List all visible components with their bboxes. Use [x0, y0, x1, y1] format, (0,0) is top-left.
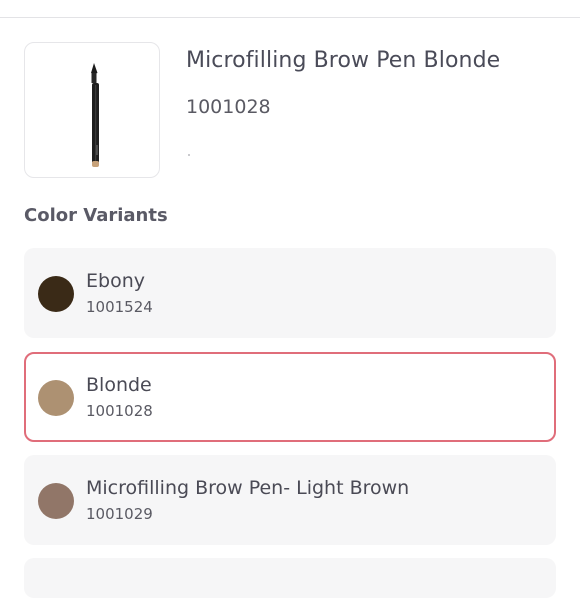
product-sku: 1001028: [186, 96, 271, 118]
variant-card-partial[interactable]: [24, 558, 556, 598]
product-header: Microfilling Brow Pen Blonde 1001028: [24, 42, 556, 180]
color-variants-heading: Color Variants: [24, 205, 168, 226]
variant-sku: 1001028: [86, 402, 153, 420]
variant-sku: 1001524: [86, 298, 153, 316]
variant-name: Microfilling Brow Pen- Light Brown: [86, 477, 410, 499]
variant-name: Blonde: [86, 374, 152, 396]
color-swatch: [38, 380, 74, 416]
brow-pen-icon: [91, 63, 99, 167]
variant-card-ebony[interactable]: Ebony 1001524: [24, 248, 556, 338]
variant-card-light-brown[interactable]: Microfilling Brow Pen- Light Brown 10010…: [24, 455, 556, 545]
variant-name: Ebony: [86, 270, 145, 292]
variant-card-blonde[interactable]: Blonde 1001028: [24, 352, 556, 442]
color-swatch: [38, 483, 74, 519]
decorative-dot: [188, 154, 190, 156]
variant-sku: 1001029: [86, 505, 153, 523]
color-swatch: [38, 276, 74, 312]
product-title: Microfilling Brow Pen Blonde: [186, 48, 501, 73]
top-divider: [0, 17, 580, 18]
product-image[interactable]: [24, 42, 160, 178]
